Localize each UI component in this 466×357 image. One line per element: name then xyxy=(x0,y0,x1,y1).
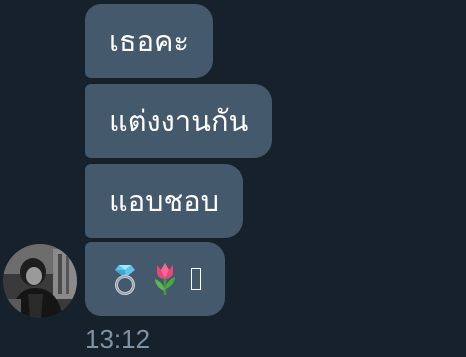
emoji-message-bubble[interactable] xyxy=(85,242,225,316)
message-bubble[interactable]: แต่งงานกัน xyxy=(85,84,273,158)
tulip-emoji-icon xyxy=(149,261,181,297)
message-text: เธอคะ xyxy=(109,23,190,58)
message-bubble[interactable]: เธอคะ xyxy=(85,4,214,78)
message-timestamp: 13:12 xyxy=(85,324,151,354)
chat-area: เธอคะ แต่งงานกัน แอบชอบ 13:12 xyxy=(0,0,466,357)
avatar[interactable] xyxy=(3,244,77,318)
unknown-glyph-icon xyxy=(191,268,201,290)
message-text: แต่งงานกัน xyxy=(109,103,249,138)
emoji-row xyxy=(109,261,201,297)
message-bubble[interactable]: แอบชอบ xyxy=(85,164,244,238)
message-text: แอบชอบ xyxy=(109,183,220,218)
ring-emoji-icon xyxy=(109,261,141,297)
